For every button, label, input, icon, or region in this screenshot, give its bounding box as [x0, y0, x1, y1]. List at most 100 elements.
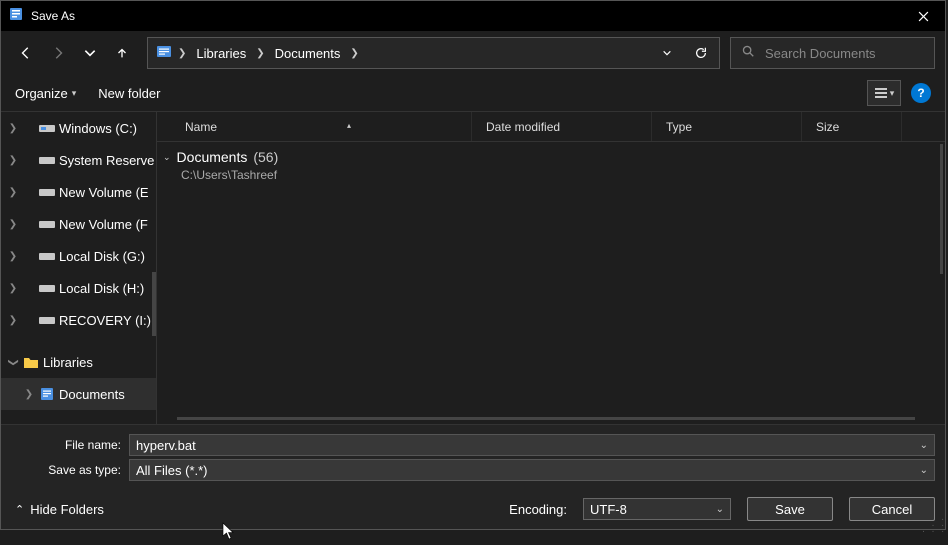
drive-icon [39, 122, 55, 134]
encoding-label: Encoding: [509, 502, 567, 517]
address-bar[interactable]: ❯ Libraries ❯ Documents ❯ [147, 37, 720, 69]
view-options-button[interactable]: ▾ [867, 80, 901, 106]
refresh-button[interactable] [687, 39, 715, 67]
chevron-right-icon[interactable]: ❯ [256, 48, 264, 59]
sidebar-item-new-volume-f[interactable]: ❯ New Volume (F [1, 208, 156, 240]
chevron-up-icon: ⌃ [15, 503, 24, 516]
chevron-right-icon[interactable]: ❯ [23, 389, 35, 400]
chevron-right-icon[interactable]: ❯ [7, 283, 19, 294]
chevron-down-icon[interactable]: ⌄ [716, 504, 724, 515]
sidebar-item-label: Libraries [43, 355, 93, 370]
sidebar-item-label: RECOVERY (I:) [59, 313, 151, 328]
drive-icon [39, 186, 55, 198]
encoding-select[interactable]: UTF-8 ⌄ [583, 498, 731, 520]
organize-button[interactable]: Organize ▾ [15, 86, 76, 101]
main-area: Name ▴ Date modified Type Size ⌄ Documen… [157, 112, 945, 424]
sidebar-item-local-disk-g[interactable]: ❯ Local Disk (G:) [1, 240, 156, 272]
save-as-type-select[interactable]: All Files (*.*) ⌄ [129, 459, 935, 481]
group-header[interactable]: ⌄ Documents (56) [157, 146, 945, 168]
main-horizontal-scrollbar[interactable] [177, 417, 915, 420]
column-header-label: Type [666, 120, 692, 134]
breadcrumb-documents[interactable]: Documents [271, 46, 345, 61]
resize-grip-icon[interactable]: .. .. . . [922, 515, 946, 533]
chevron-right-icon[interactable]: ❯ [7, 251, 19, 262]
chevron-down-icon[interactable]: ⌄ [163, 152, 171, 163]
sidebar-item-label: New Volume (F [59, 217, 148, 232]
drive-icon [39, 250, 55, 262]
up-button[interactable] [107, 38, 137, 68]
forward-button[interactable] [43, 38, 73, 68]
file-name-field[interactable]: ⌄ [129, 434, 935, 456]
titlebar: Save As [1, 1, 945, 31]
sidebar-item-label: New Volume (E [59, 185, 149, 200]
bottom-panel: File name: ⌄ Save as type: All Files (*.… [1, 424, 945, 529]
chevron-right-icon[interactable]: ❯ [7, 219, 19, 230]
file-list[interactable]: ⌄ Documents (56) C:\Users\Tashreef [157, 142, 945, 424]
sidebar-item-documents[interactable]: ❯ Documents [1, 378, 156, 410]
libraries-icon [23, 355, 39, 369]
sidebar-item-label: Local Disk (G:) [59, 249, 145, 264]
column-header-type[interactable]: Type [652, 112, 802, 141]
window-title: Save As [31, 9, 75, 23]
search-box[interactable] [730, 37, 935, 69]
file-name-input[interactable] [136, 438, 920, 453]
group-path: C:\Users\Tashreef [157, 168, 945, 186]
group-name: Documents [177, 149, 248, 165]
save-as-type-label: Save as type: [11, 463, 129, 477]
drive-icon [39, 314, 55, 326]
file-name-label: File name: [11, 438, 129, 452]
chevron-right-icon[interactable]: ❯ [7, 315, 19, 326]
help-button[interactable]: ? [911, 83, 931, 103]
save-as-dialog: Save As ❯ Libraries ❯ Documents ❯ [0, 0, 946, 530]
chevron-down-icon[interactable]: ⌄ [920, 440, 928, 451]
back-button[interactable] [11, 38, 41, 68]
sidebar-item-new-volume-e[interactable]: ❯ New Volume (E [1, 176, 156, 208]
search-input[interactable] [765, 46, 941, 61]
chevron-down-icon[interactable]: ⌄ [920, 465, 928, 476]
save-button[interactable]: Save [747, 497, 833, 521]
app-icon [9, 7, 23, 26]
sidebar-scrollbar[interactable] [152, 272, 156, 336]
address-dropdown-button[interactable] [653, 39, 681, 67]
main-vertical-scrollbar[interactable] [940, 144, 943, 274]
sidebar[interactable]: ❯ Windows (C:) ❯ System Reserve ❯ New Vo… [1, 112, 157, 424]
sidebar-item-libraries[interactable]: ❯ Libraries [1, 346, 156, 378]
encoding-value: UTF-8 [590, 502, 627, 517]
chevron-right-icon[interactable]: ❯ [350, 48, 358, 59]
sidebar-item-local-disk-h[interactable]: ❯ Local Disk (H:) [1, 272, 156, 304]
recent-locations-button[interactable] [75, 38, 105, 68]
sidebar-item-system-reserved[interactable]: ❯ System Reserve [1, 144, 156, 176]
column-header-label: Size [816, 120, 839, 134]
save-as-type-value: All Files (*.*) [136, 463, 208, 478]
hide-folders-label: Hide Folders [30, 502, 104, 517]
breadcrumb-libraries[interactable]: Libraries [192, 46, 250, 61]
sidebar-item-label: Windows (C:) [59, 121, 137, 136]
hide-folders-button[interactable]: ⌃ Hide Folders [11, 502, 104, 517]
chevron-right-icon[interactable]: ❯ [7, 187, 19, 198]
drive-icon [39, 282, 55, 294]
column-header-label: Date modified [486, 120, 560, 134]
titlebar-left: Save As [9, 7, 75, 26]
chevron-down-icon: ▾ [72, 88, 77, 99]
sidebar-item-label: System Reserve [59, 153, 154, 168]
chevron-down-icon[interactable]: ❯ [8, 356, 19, 368]
close-button[interactable] [901, 1, 945, 31]
navbar: ❯ Libraries ❯ Documents ❯ [1, 31, 945, 75]
sidebar-item-windows-c[interactable]: ❯ Windows (C:) [1, 112, 156, 144]
new-folder-button[interactable]: New folder [98, 86, 160, 101]
chevron-right-icon[interactable]: ❯ [7, 155, 19, 166]
search-icon [741, 44, 755, 63]
sort-indicator-icon: ▴ [347, 121, 351, 130]
new-folder-label: New folder [98, 86, 160, 101]
sidebar-item-recovery-i[interactable]: ❯ RECOVERY (I:) [1, 304, 156, 336]
column-header-name[interactable]: Name ▴ [157, 112, 472, 141]
location-icon [156, 44, 172, 63]
column-header-date[interactable]: Date modified [472, 112, 652, 141]
chevron-down-icon: ▾ [890, 88, 895, 99]
documents-icon [39, 387, 55, 401]
chevron-right-icon[interactable]: ❯ [7, 123, 19, 134]
group-count: (56) [253, 149, 278, 165]
column-header-size[interactable]: Size [802, 112, 902, 141]
toolbar: Organize ▾ New folder ▾ ? [1, 75, 945, 111]
chevron-right-icon[interactable]: ❯ [178, 48, 186, 59]
